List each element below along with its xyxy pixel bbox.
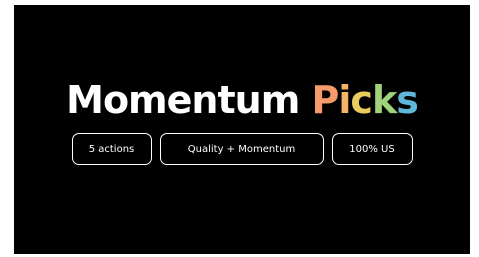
title-accent-letter: k bbox=[371, 78, 397, 122]
title-accent: Picks bbox=[311, 78, 419, 122]
title-accent-letter: i bbox=[338, 78, 351, 122]
tag-quality-momentum: Quality + Momentum bbox=[159, 133, 324, 165]
title-accent-letter: s bbox=[396, 78, 419, 122]
title-accent-letter: c bbox=[350, 78, 373, 122]
title-accent-letter: P bbox=[311, 78, 340, 122]
slide-title: Momentum Picks bbox=[14, 78, 470, 122]
tag-row: 5 actions Quality + Momentum 100% US bbox=[14, 133, 470, 165]
tag-us: 100% US bbox=[331, 133, 413, 165]
slide-frame: Momentum Picks 5 actions Quality + Momen… bbox=[14, 5, 470, 254]
title-main: Momentum bbox=[66, 78, 300, 122]
tag-actions: 5 actions bbox=[71, 133, 152, 165]
